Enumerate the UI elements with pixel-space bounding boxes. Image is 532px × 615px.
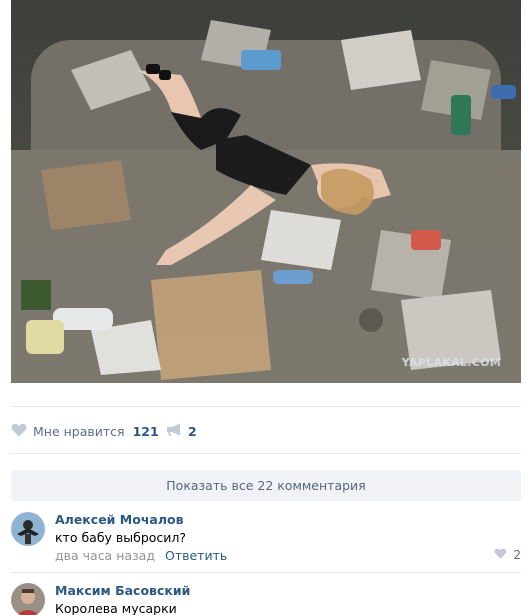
post-photo[interactable]: YAPLAKAL.COM [11,0,521,383]
like-label: Мне нравится [33,423,125,439]
comment-meta: два часа назад Ответить [55,548,227,563]
photo-watermark: YAPLAKAL.COM [401,356,501,369]
comment-text: Королева мусарки [55,601,177,615]
like-count: 121 [132,423,159,439]
post-actions-bar: Мне нравится 121 2 [11,406,521,454]
comment-like-button[interactable]: 2 [494,548,521,562]
share-button[interactable]: 2 [166,421,197,441]
comment-like-count: 2 [513,548,521,562]
avatar[interactable] [11,583,45,615]
show-all-comments-button[interactable]: Показать все 22 комментария [11,470,521,501]
like-button[interactable]: Мне нравится 121 [11,421,159,441]
comment-author[interactable]: Алексей Мочалов [55,512,184,527]
megaphone-icon [166,423,182,440]
post-photo-image [11,0,521,383]
comment-item: Алексей Мочалов кто бабу выбросил? два ч… [11,511,521,573]
comment-time: два часа назад [55,548,155,563]
share-count: 2 [188,423,197,439]
heart-icon [11,423,27,440]
comment-item: Максим Басовский Королева мусарки [11,582,521,615]
comment-text: кто бабу выбросил? [55,530,187,545]
avatar[interactable] [11,512,45,546]
comment-author[interactable]: Максим Басовский [55,583,190,598]
show-all-comments-label: Показать все 22 комментария [166,478,366,493]
heart-icon [494,548,507,562]
reply-button[interactable]: Ответить [165,548,227,563]
